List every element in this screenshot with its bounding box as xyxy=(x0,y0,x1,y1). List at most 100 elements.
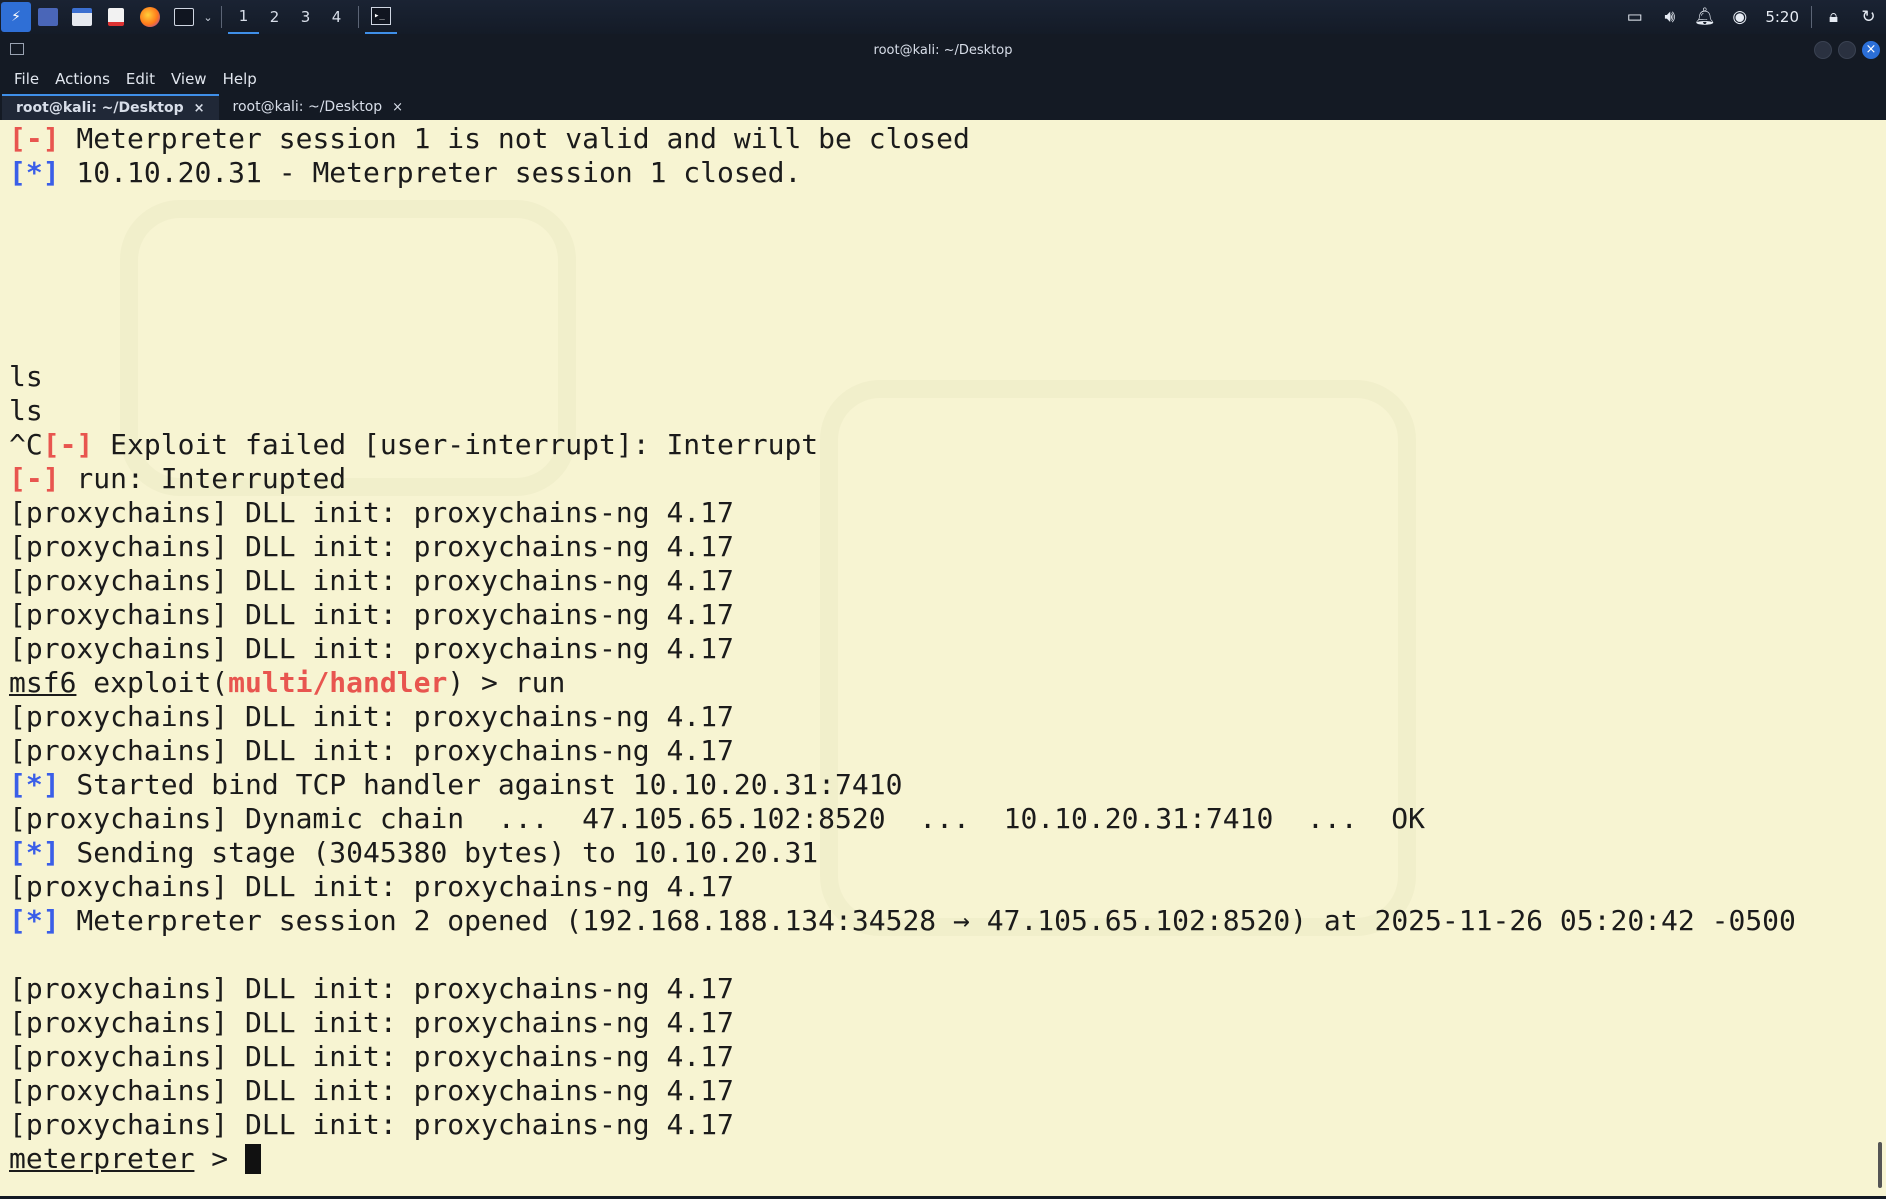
terminal-line: msf6 exploit(multi/handler) > run xyxy=(9,666,1886,700)
info-marker: [*] xyxy=(9,904,60,937)
show-desktop-button[interactable] xyxy=(31,0,65,34)
notification-bell-icon[interactable]: 🔔︎ xyxy=(1687,7,1722,27)
terminal-line: [proxychains] DLL init: proxychains-ng 4… xyxy=(9,734,1886,768)
line-text: [proxychains] DLL init: proxychains-ng 4… xyxy=(9,1040,734,1073)
workspace-3[interactable]: 3 xyxy=(290,0,321,34)
terminal-line: [proxychains] DLL init: proxychains-ng 4… xyxy=(9,632,1886,666)
tab-label: root@kali: ~/Desktop xyxy=(16,100,184,116)
power-manager-icon[interactable]: ◉ xyxy=(1722,7,1757,27)
line-text: run: Interrupted xyxy=(59,462,347,495)
line-text: Exploit failed [user-interrupt]: Interru… xyxy=(93,428,819,461)
line-text: [proxychains] Dynamic chain ... 47.105.6… xyxy=(9,802,1426,835)
tab-terminal-2[interactable]: root@kali: ~/Desktop × xyxy=(219,94,418,120)
terminal-line: [proxychains] DLL init: proxychains-ng 4… xyxy=(9,530,1886,564)
line-text: [proxychains] DLL init: proxychains-ng 4… xyxy=(9,564,734,597)
terminal-line: [proxychains] DLL init: proxychains-ng 4… xyxy=(9,1006,1886,1040)
terminal-dropdown-chevron-icon[interactable]: ⌄ xyxy=(201,0,215,34)
line-text: [proxychains] DLL init: proxychains-ng 4… xyxy=(9,870,734,903)
menu-actions[interactable]: Actions xyxy=(47,70,118,88)
clock[interactable]: 5:20 xyxy=(1757,8,1807,26)
display-icon[interactable]: ▭ xyxy=(1617,7,1652,27)
error-marker: [-] xyxy=(9,462,60,495)
terminal-line: [-] run: Interrupted xyxy=(9,462,1886,496)
terminal-launcher-button[interactable] xyxy=(167,0,201,34)
prompt-suffix: > xyxy=(194,1142,246,1175)
line-text: 10.10.20.31 - Meterpreter session 1 clos… xyxy=(59,156,802,189)
menu-edit[interactable]: Edit xyxy=(118,70,163,88)
text-cursor xyxy=(245,1144,262,1174)
workspace-2[interactable]: 2 xyxy=(259,0,290,34)
line-text: [proxychains] DLL init: proxychains-ng 4… xyxy=(9,700,734,733)
tab-terminal-1[interactable]: root@kali: ~/Desktop × xyxy=(2,94,219,120)
kali-menu-button[interactable]: ⚡ xyxy=(0,0,31,34)
volume-icon[interactable]: 🔊︎ xyxy=(1652,7,1687,27)
terminal-output[interactable]: [-] Meterpreter session 1 is not valid a… xyxy=(0,120,1886,1196)
error-marker: multi/handler xyxy=(228,666,448,699)
prompt-label: meterpreter xyxy=(9,1142,195,1175)
terminal-window-icon: ▸_ xyxy=(371,7,391,25)
terminal-line: [proxychains] DLL init: proxychains-ng 4… xyxy=(9,1108,1886,1142)
panel-separator xyxy=(358,6,359,28)
line-text: Sending stage (3045380 bytes) to 10.10.2… xyxy=(59,836,819,869)
taskbar-terminal-window[interactable]: ▸_ xyxy=(365,0,397,34)
folder-icon xyxy=(72,8,92,26)
tab-close-icon[interactable]: × xyxy=(392,100,403,115)
text-editor-button[interactable] xyxy=(99,0,133,34)
line-text: [proxychains] DLL init: proxychains-ng 4… xyxy=(9,632,734,665)
line-text: [proxychains] DLL init: proxychains-ng 4… xyxy=(9,1108,734,1141)
close-window-button[interactable]: × xyxy=(1862,41,1880,59)
menu-view[interactable]: View xyxy=(163,70,215,88)
line-text: msf6 xyxy=(9,666,77,699)
workspace-4[interactable]: 4 xyxy=(321,0,352,34)
terminal-lines: [-] Meterpreter session 1 is not valid a… xyxy=(9,122,1886,1176)
window-titlebar[interactable]: root@kali: ~/Desktop × xyxy=(0,34,1886,66)
top-panel: ⚡ ⌄ 1 2 3 4 ▸_ ▭ 🔊︎ 🔔︎ ◉ 5:20 🔒︎ ↻ xyxy=(0,0,1886,34)
line-text: [proxychains] DLL init: proxychains-ng 4… xyxy=(9,972,734,1005)
line-text: [proxychains] DLL init: proxychains-ng 4… xyxy=(9,1074,734,1107)
error-marker: [-] xyxy=(42,428,94,461)
menu-help[interactable]: Help xyxy=(215,70,265,88)
menu-file[interactable]: File xyxy=(6,70,47,88)
terminal-line: [proxychains] DLL init: proxychains-ng 4… xyxy=(9,870,1886,904)
terminal-line: [*] Sending stage (3045380 bytes) to 10.… xyxy=(9,836,1886,870)
file-manager-button[interactable] xyxy=(65,0,99,34)
maximize-button[interactable] xyxy=(1838,41,1856,59)
lock-icon[interactable]: 🔒︎ xyxy=(1816,7,1851,27)
line-text: Started bind TCP handler against 10.10.2… xyxy=(59,768,903,801)
window-menu-icon[interactable] xyxy=(10,43,24,55)
terminal-line: [*] Meterpreter session 2 opened (192.16… xyxy=(9,904,1886,938)
line-text: [proxychains] DLL init: proxychains-ng 4… xyxy=(9,1006,734,1039)
line-text: ls xyxy=(9,394,43,427)
text-editor-icon xyxy=(108,8,124,26)
line-text: [proxychains] DLL init: proxychains-ng 4… xyxy=(9,598,734,631)
info-marker: [*] xyxy=(9,836,60,869)
terminal-line: [proxychains] DLL init: proxychains-ng 4… xyxy=(9,972,1886,1006)
terminal-line: [proxychains] DLL init: proxychains-ng 4… xyxy=(9,496,1886,530)
firefox-icon xyxy=(140,7,160,27)
line-text: ls xyxy=(9,360,43,393)
line-text: [proxychains] DLL init: proxychains-ng 4… xyxy=(9,496,734,529)
info-marker: [*] xyxy=(9,156,60,189)
line-text: Meterpreter session 2 opened (192.168.18… xyxy=(59,904,1796,937)
error-marker: [-] xyxy=(9,122,60,155)
terminal-scrollbar[interactable] xyxy=(1878,1142,1882,1188)
terminal-line: [proxychains] DLL init: proxychains-ng 4… xyxy=(9,1074,1886,1108)
terminal-line: ls xyxy=(9,360,1886,394)
desktop-icon xyxy=(38,8,58,26)
terminal-icon xyxy=(174,8,194,26)
line-text: ^C xyxy=(9,428,43,461)
terminal-line: [proxychains] DLL init: proxychains-ng 4… xyxy=(9,1040,1886,1074)
minimize-button[interactable] xyxy=(1814,41,1832,59)
prompt-line[interactable]: meterpreter > xyxy=(9,1142,1886,1176)
firefox-button[interactable] xyxy=(133,0,167,34)
workspace-1[interactable]: 1 xyxy=(228,0,259,34)
tab-close-icon[interactable]: × xyxy=(194,101,205,116)
terminal-line: ^C[-] Exploit failed [user-interrupt]: I… xyxy=(9,428,1886,462)
tab-bar: root@kali: ~/Desktop × root@kali: ~/Desk… xyxy=(0,92,1886,120)
logout-icon[interactable]: ↻ xyxy=(1851,7,1886,27)
